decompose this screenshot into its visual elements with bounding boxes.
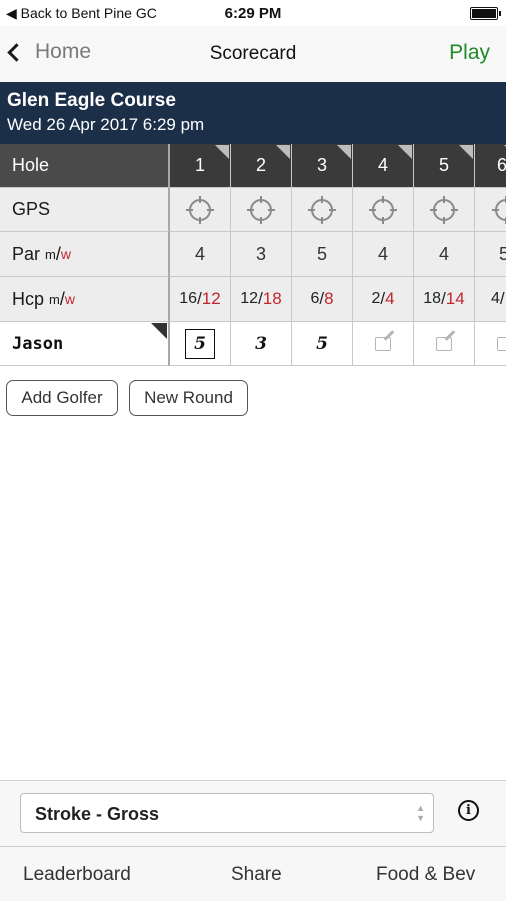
- hcp-men: 12: [240, 290, 259, 307]
- par-value: 4: [414, 232, 475, 277]
- score-cell[interactable]: 5: [292, 322, 353, 366]
- women-indicator: w: [64, 291, 76, 307]
- course-header: Glen Eagle Course Wed 26 Apr 2017 6:29 p…: [0, 82, 506, 144]
- par-value: 5: [475, 232, 506, 277]
- add-golfer-button[interactable]: Add Golfer: [6, 380, 118, 416]
- scorecard-grid: Hole 1 2 3 4 5 6 GPS Par m / w 4 3 5 4 4 5…: [0, 144, 506, 366]
- player-row: Jason 5 3 5: [0, 322, 506, 366]
- score-cell[interactable]: 5: [170, 322, 231, 366]
- hcp-value: 4/: [475, 277, 506, 322]
- navigation-bar: Home Scorecard Play: [0, 26, 506, 83]
- hole-number[interactable]: 1: [170, 144, 231, 188]
- edit-icon: [436, 336, 452, 351]
- score-value: 3: [255, 333, 267, 354]
- hcp-label: Hcp m / w: [0, 277, 170, 322]
- hole-number[interactable]: 2: [231, 144, 292, 188]
- gps-crosshair-icon: [247, 195, 275, 224]
- score-cell[interactable]: [475, 322, 506, 366]
- hcp-men: 6: [310, 290, 320, 307]
- gps-crosshair-icon: [369, 195, 397, 224]
- tab-leaderboard[interactable]: Leaderboard: [23, 864, 131, 886]
- par-value: 5: [292, 232, 353, 277]
- hcp-value: 2/4: [353, 277, 414, 322]
- par-value: 3: [231, 232, 292, 277]
- filter-bar: Stroke - Gross ▲ ▼ i: [0, 780, 506, 847]
- round-date: Wed 26 Apr 2017 6:29 pm: [7, 115, 205, 134]
- hcp-women: 14: [445, 289, 465, 308]
- scoring-format-value: Stroke - Gross: [35, 804, 160, 824]
- gps-label: GPS: [0, 188, 170, 232]
- gps-button[interactable]: [475, 188, 506, 232]
- gps-button[interactable]: [231, 188, 292, 232]
- hcp-women: 12: [201, 289, 221, 308]
- select-arrows-icon: ▲ ▼: [416, 803, 425, 823]
- hcp-men: 16: [179, 290, 198, 307]
- score-value: 5: [185, 328, 215, 359]
- hcp-women: 4: [385, 289, 395, 308]
- edit-icon: [497, 336, 506, 351]
- score-cell[interactable]: [414, 322, 475, 366]
- hcp-row: Hcp m / w 16/12 12/18 6/8 2/4 18/14 4/: [0, 277, 506, 322]
- par-label: Par m / w: [0, 232, 170, 277]
- score-cell[interactable]: [353, 322, 414, 366]
- scoring-format-select[interactable]: Stroke - Gross ▲ ▼: [20, 793, 434, 833]
- info-icon[interactable]: i: [458, 800, 479, 821]
- hcp-men: 2: [371, 290, 381, 307]
- men-indicator: m: [45, 246, 56, 262]
- battery-icon: [470, 7, 501, 20]
- par-row: Par m / w 4 3 5 4 4 5: [0, 232, 506, 277]
- hcp-value: 16/12: [170, 277, 231, 322]
- hole-number[interactable]: 5: [414, 144, 475, 188]
- tab-share[interactable]: Share: [231, 864, 282, 886]
- bottom-tab-bar: Leaderboard Share Food & Bev: [0, 846, 506, 901]
- hole-number[interactable]: 6: [475, 144, 506, 188]
- gps-button[interactable]: [414, 188, 475, 232]
- hcp-value: 12/18: [231, 277, 292, 322]
- gps-crosshair-icon: [186, 195, 214, 224]
- gps-button[interactable]: [170, 188, 231, 232]
- par-label-text: Par: [12, 243, 41, 264]
- page-title: Scorecard: [209, 43, 297, 64]
- men-indicator: m: [49, 291, 60, 307]
- hcp-women: 8: [324, 289, 334, 308]
- hcp-label-text: Hcp: [12, 288, 45, 309]
- score-cell[interactable]: 3: [231, 322, 292, 366]
- edit-icon: [375, 336, 391, 351]
- par-value: 4: [170, 232, 231, 277]
- gps-button[interactable]: [292, 188, 353, 232]
- tab-food-bev[interactable]: Food & Bev: [376, 864, 475, 886]
- player-name[interactable]: Jason: [0, 322, 170, 366]
- gps-crosshair-icon: [308, 195, 336, 224]
- hole-number[interactable]: 3: [292, 144, 353, 188]
- gps-row: GPS: [0, 188, 506, 232]
- hole-number[interactable]: 4: [353, 144, 414, 188]
- gps-crosshair-icon: [430, 195, 458, 224]
- new-round-button[interactable]: New Round: [129, 380, 248, 416]
- hcp-men: 4: [491, 290, 500, 307]
- course-name: Glen Eagle Course: [7, 90, 176, 111]
- hcp-slash: /: [499, 289, 505, 308]
- gps-button[interactable]: [353, 188, 414, 232]
- status-bar: ◀ Back to Bent Pine GC 6:29 PM: [0, 0, 506, 26]
- back-to-app-link[interactable]: ◀ Back to Bent Pine GC: [6, 5, 157, 22]
- hcp-value: 18/14: [414, 277, 475, 322]
- play-button[interactable]: Play: [449, 41, 490, 65]
- women-indicator: w: [60, 246, 72, 262]
- hcp-value: 6/8: [292, 277, 353, 322]
- gps-crosshair-icon: [492, 195, 506, 224]
- par-value: 4: [353, 232, 414, 277]
- hcp-men: 18: [423, 290, 442, 307]
- hcp-women: 18: [262, 289, 282, 308]
- score-value: 5: [316, 333, 328, 354]
- hole-label: Hole: [0, 144, 170, 188]
- hole-row: Hole 1 2 3 4 5 6: [0, 144, 506, 188]
